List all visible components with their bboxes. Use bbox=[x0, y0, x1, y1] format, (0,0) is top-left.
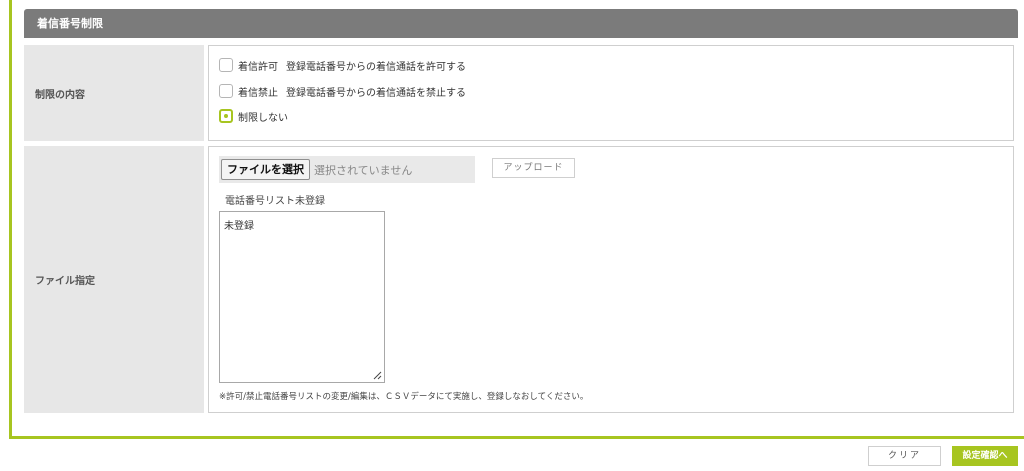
radio-allow-desc: 登録電話番号からの着信通話を許可する bbox=[286, 61, 466, 73]
upload-button[interactable]: アップロード bbox=[492, 158, 575, 178]
file-input[interactable]: ファイルを選択 選択されていません bbox=[219, 156, 475, 183]
file-label: ファイル指定 bbox=[24, 146, 204, 413]
radio-allow[interactable] bbox=[219, 58, 233, 72]
list-status: 電話番号リスト未登録 bbox=[225, 196, 325, 207]
resize-handle-icon[interactable] bbox=[373, 371, 382, 380]
section-header: 着信番号制限 bbox=[24, 9, 1018, 38]
radio-option-allow[interactable]: 着信許可 登録電話番号からの着信通話を許可する bbox=[219, 57, 466, 73]
radio-none-label: 制限しない bbox=[238, 112, 288, 124]
restriction-options: 着信許可 登録電話番号からの着信通話を許可する 着信禁止 登録電話番号からの着信… bbox=[208, 45, 1014, 141]
radio-deny-desc: 登録電話番号からの着信通話を禁止する bbox=[286, 87, 466, 99]
section-bottom-border bbox=[9, 436, 1024, 439]
csv-note: ※許可/禁止電話番号リストの変更/編集は、ＣＳＶデータにて実施し、登録しなおして… bbox=[219, 392, 589, 402]
radio-option-none[interactable]: 制限しない bbox=[219, 108, 288, 124]
radio-deny-label: 着信禁止 bbox=[238, 87, 278, 99]
file-section: ファイルを選択 選択されていません アップロード 電話番号リスト未登録 未登録 … bbox=[208, 146, 1014, 413]
restriction-label: 制限の内容 bbox=[24, 45, 204, 141]
radio-deny[interactable] bbox=[219, 84, 233, 98]
file-status-text: 選択されていません bbox=[314, 163, 413, 177]
phone-list-textarea[interactable]: 未登録 bbox=[219, 211, 385, 383]
radio-allow-label: 着信許可 bbox=[238, 61, 278, 73]
choose-file-button[interactable]: ファイルを選択 bbox=[221, 159, 310, 180]
radio-option-deny[interactable]: 着信禁止 登録電話番号からの着信通話を禁止する bbox=[219, 83, 466, 99]
radio-none[interactable] bbox=[219, 109, 233, 123]
left-accent-bar bbox=[0, 0, 12, 439]
phone-list-content: 未登録 bbox=[224, 221, 254, 232]
confirm-settings-button[interactable]: 設定確認へ bbox=[952, 446, 1018, 466]
clear-button[interactable]: クリア bbox=[868, 446, 941, 466]
